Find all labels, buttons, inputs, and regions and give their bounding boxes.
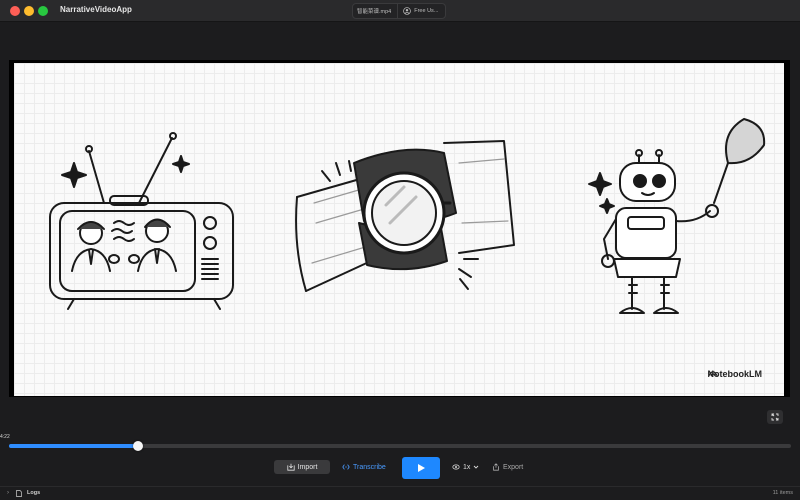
video-frame: NotebookLM [9, 60, 790, 397]
video-canvas[interactable]: NotebookLM [14, 63, 784, 396]
items-count: 11 items [772, 490, 793, 496]
video-illustration [49, 118, 766, 314]
log-icon [16, 490, 22, 497]
import-button[interactable]: Import [274, 460, 330, 474]
transcribe-icon [342, 464, 350, 470]
tv-illustration [49, 202, 234, 300]
play-button[interactable] [402, 457, 440, 479]
app-title: NarrativeVideoApp [60, 5, 132, 14]
eye-icon [452, 464, 460, 470]
logs-label[interactable]: Logs [27, 490, 40, 496]
tv-antenna [88, 137, 173, 204]
export-label: Export [503, 463, 524, 471]
status-bar: › Logs 11 items [0, 486, 800, 500]
user-tab-label: Free Us... [414, 8, 439, 14]
title-bar: NarrativeVideoApp 智能菜谱.mp4 Free Us... [0, 0, 800, 22]
chevron-down-icon [474, 465, 479, 469]
import-label: Import [297, 463, 318, 471]
playback-speed-select[interactable]: 1x [452, 460, 482, 474]
sparkle-icon [599, 198, 615, 214]
sparkle-icon [588, 172, 612, 196]
user-tab[interactable]: Free Us... [398, 4, 442, 18]
seek-bar-fill [9, 444, 139, 448]
notebooklm-icon [707, 371, 718, 377]
logs-toggle-chevron-icon[interactable]: › [7, 490, 9, 496]
playback-speed-label: 1x [463, 463, 471, 471]
import-icon [286, 463, 295, 471]
timeline: 4:22 [0, 428, 800, 454]
export-button[interactable]: Export [492, 460, 532, 474]
transcribe-button[interactable]: Transcribe [342, 460, 398, 474]
seek-thumb[interactable] [133, 441, 144, 451]
sparkle-icon [172, 155, 190, 173]
file-tab[interactable]: 智能菜谱.mp4 [353, 4, 399, 18]
minimize-window-button[interactable] [24, 6, 34, 16]
user-icon [403, 7, 412, 15]
transcribe-label: Transcribe [353, 463, 386, 471]
fullscreen-icon [771, 413, 779, 421]
feather-duster [725, 118, 766, 165]
sparkle-icon [61, 162, 87, 188]
export-icon [493, 463, 499, 471]
fullscreen-button[interactable] [767, 410, 783, 424]
title-tabs: 智能菜谱.mp4 Free Us... [352, 3, 446, 19]
current-time: 4:22 [0, 434, 10, 440]
player-area: NotebookLM [0, 22, 800, 428]
close-window-button[interactable] [10, 6, 20, 16]
playback-controls: Import Transcribe 1x Export [0, 456, 800, 482]
seek-bar[interactable] [9, 441, 791, 451]
play-icon [417, 464, 425, 472]
watermark: NotebookLM [708, 369, 763, 379]
zoom-window-button[interactable] [38, 6, 48, 16]
